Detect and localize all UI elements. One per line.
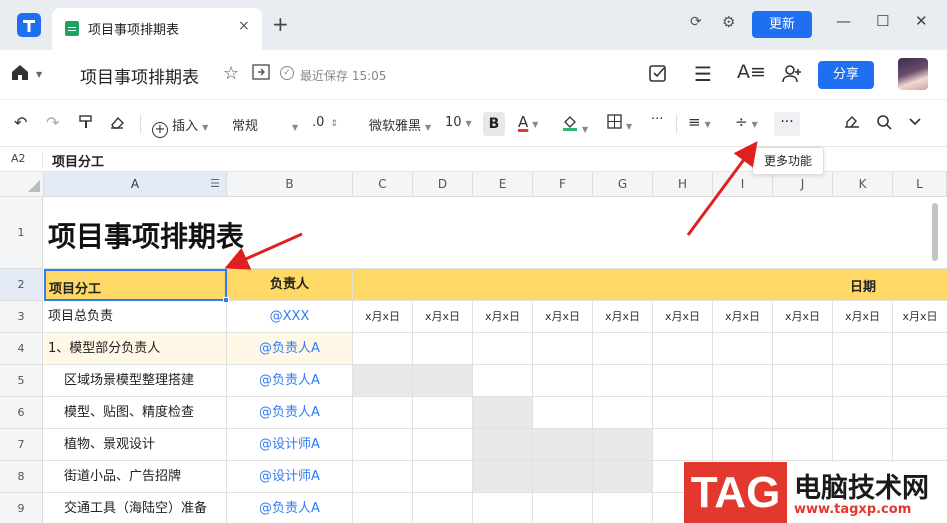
annotation-arrows	[224, 141, 758, 270]
arrow-to-cell-a2	[224, 232, 303, 270]
arrow-to-more-button	[686, 141, 758, 236]
